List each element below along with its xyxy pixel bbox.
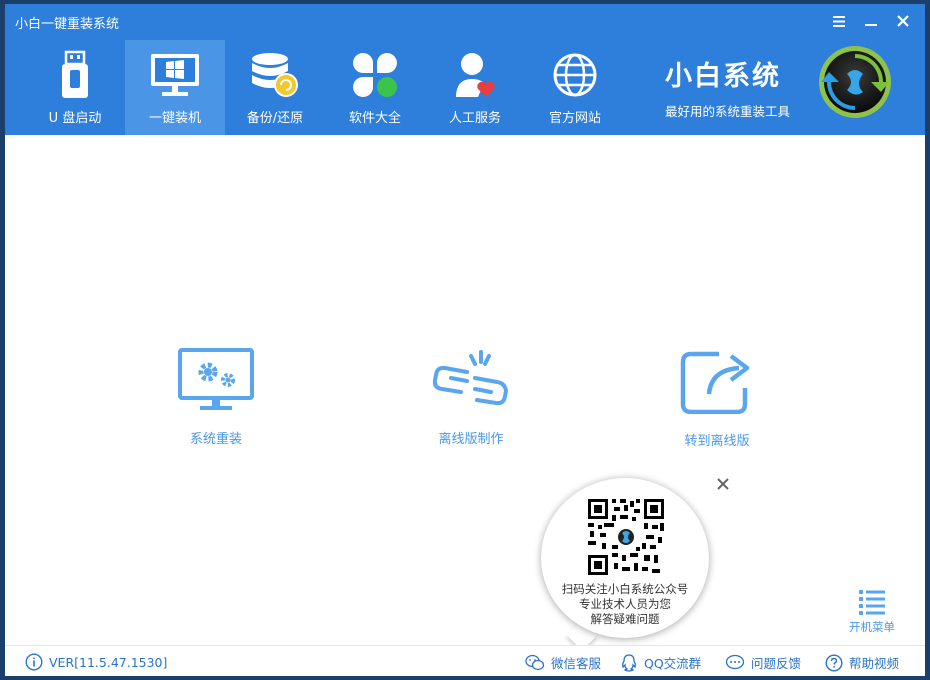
feature-label: 系统重装 <box>189 432 242 447</box>
usb-drive-icon <box>48 48 102 102</box>
main-nav: U 盘启动 一键装机 备份/还原 软件大全 人工服务 官方网站 <box>25 40 625 135</box>
apps-clover-icon <box>348 48 402 102</box>
wechat-service-link[interactable]: 微信客服 <box>525 653 601 672</box>
brand-title: 小白系统 <box>665 61 781 92</box>
version-info: VER[11.5.47.1530] <box>25 653 167 671</box>
brand-block: 小白系统 最好用的系统重装工具 <box>665 54 790 120</box>
footer-link-label: 问题反馈 <box>751 656 802 671</box>
nav-item-official-site[interactable]: 官方网站 <box>525 40 625 135</box>
database-backup-icon <box>248 48 302 102</box>
person-heart-icon <box>448 48 502 102</box>
feature-to-offline[interactable]: 转到离线版 <box>647 348 787 449</box>
nav-item-software[interactable]: 软件大全 <box>325 40 425 135</box>
list-icon <box>859 590 885 615</box>
qq-icon <box>622 653 636 672</box>
footer-link-label: QQ交流群 <box>644 656 702 671</box>
broken-link-icon <box>432 350 509 406</box>
info-icon <box>25 653 43 671</box>
close-icon <box>717 478 729 490</box>
status-bar: VER[11.5.47.1530] 微信客服 QQ交流群 问题反馈 帮助视频 <box>5 645 925 676</box>
close-button[interactable] <box>887 10 919 32</box>
app-logo-icon <box>817 44 893 120</box>
menu-button[interactable] <box>823 10 855 32</box>
popup-line: 扫码关注小白系统公众号 <box>561 582 689 596</box>
app-window: 小白一键重装系统 U 盘启动 一键装机 备份/还原 软件大全 人工服务 官方网站… <box>5 4 925 676</box>
nav-label: 官方网站 <box>548 111 601 126</box>
window-title: 小白一键重装系统 <box>15 17 120 32</box>
feature-label: 转到离线版 <box>684 434 750 449</box>
nav-label: 软件大全 <box>348 111 401 126</box>
nav-item-usb-boot[interactable]: U 盘启动 <box>25 40 125 135</box>
qq-group-link[interactable]: QQ交流群 <box>620 653 701 672</box>
minimize-button[interactable] <box>855 10 887 32</box>
brand-subtitle: 最好用的系统重装工具 <box>665 104 791 119</box>
boot-menu-label: 开机菜单 <box>849 620 895 634</box>
feature-label: 离线版制作 <box>438 432 504 447</box>
nav-label: 人工服务 <box>448 111 501 126</box>
globe-icon <box>548 48 602 102</box>
monitor-gears-icon <box>178 348 254 410</box>
monitor-windows-icon <box>148 48 202 102</box>
footer-link-label: 帮助视频 <box>849 656 900 671</box>
wechat-icon <box>525 654 545 670</box>
qr-code-image <box>586 497 666 577</box>
feature-system-reinstall[interactable]: 系统重装 <box>146 348 286 447</box>
boot-menu-button[interactable]: 开机菜单 <box>843 589 901 635</box>
feedback-link[interactable]: 问题反馈 <box>725 653 801 672</box>
help-video-link[interactable]: 帮助视频 <box>825 653 899 672</box>
popup-text: 扫码关注小白系统公众号 专业技术人员为您 解答疑难问题 <box>545 582 705 627</box>
popup-line: 专业技术人员为您 <box>579 597 671 611</box>
nav-label: 备份/还原 <box>246 111 304 126</box>
minimize-icon <box>865 24 877 26</box>
nav-label: 一键装机 <box>148 111 201 126</box>
feature-offline-make[interactable]: 离线版制作 <box>401 348 541 447</box>
help-icon <box>825 653 843 672</box>
popup-line: 解答疑难问题 <box>590 612 660 626</box>
nav-item-human-service[interactable]: 人工服务 <box>425 40 525 135</box>
close-icon <box>897 15 909 27</box>
version-text: VER[11.5.47.1530] <box>49 654 168 670</box>
nav-item-backup-restore[interactable]: 备份/还原 <box>225 40 325 135</box>
footer-link-label: 微信客服 <box>551 656 602 671</box>
chat-bubble-icon <box>725 654 745 669</box>
header-bar: 小白一键重装系统 U 盘启动 一键装机 备份/还原 软件大全 人工服务 官方网站… <box>5 4 925 135</box>
popup-close-button[interactable] <box>715 476 731 492</box>
nav-label: U 盘启动 <box>48 111 102 126</box>
nav-item-one-click-install[interactable]: 一键装机 <box>125 40 225 135</box>
share-export-icon <box>680 351 750 414</box>
hamburger-icon <box>833 15 845 27</box>
window-controls <box>823 10 919 32</box>
